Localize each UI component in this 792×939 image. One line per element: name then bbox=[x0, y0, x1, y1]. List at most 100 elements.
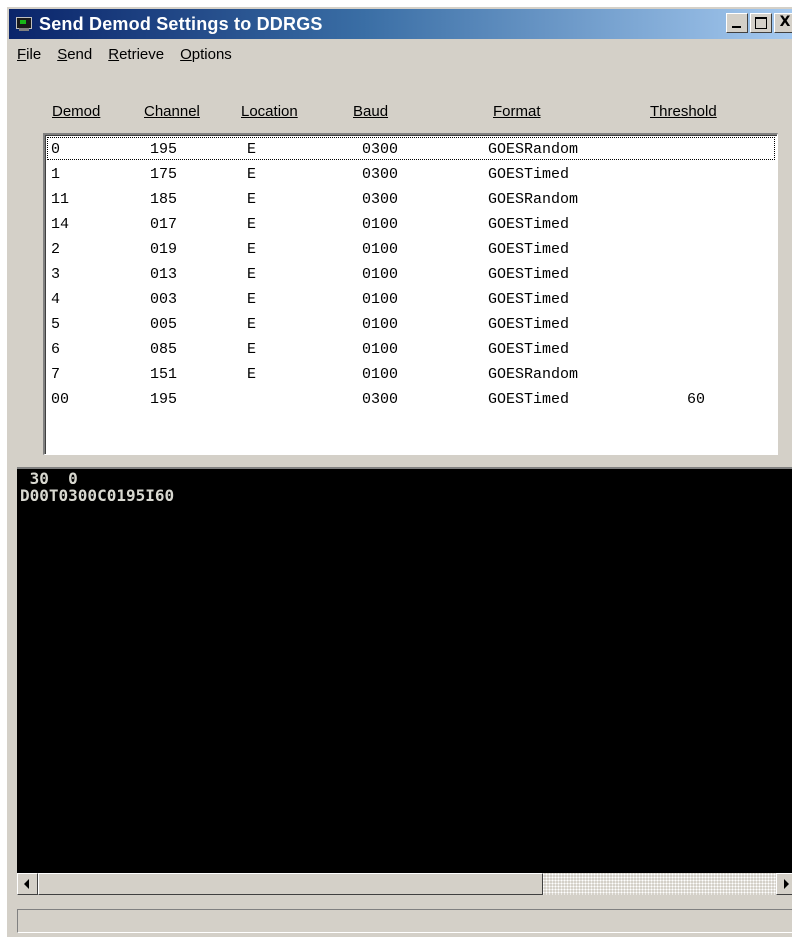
main-window: Send Demod Settings to DDRGS X File Send… bbox=[6, 6, 792, 937]
list-row[interactable]: 3 013 E 0100 GOESTimed bbox=[47, 262, 775, 287]
horizontal-scrollbar[interactable] bbox=[17, 873, 792, 895]
menu-options-accel: O bbox=[180, 45, 192, 63]
list-row[interactable]: 1 175 E 0300 GOESTimed bbox=[47, 162, 775, 187]
cell-format: GOESRandom bbox=[488, 366, 579, 383]
cell-channel: 195 bbox=[150, 141, 178, 158]
cell-baud: 0100 bbox=[362, 216, 399, 233]
list-row[interactable]: 2 019 E 0100 GOESTimed bbox=[47, 237, 775, 262]
cell-channel: 019 bbox=[150, 241, 178, 258]
cell-demod: 4 bbox=[51, 291, 61, 308]
cell-channel: 151 bbox=[150, 366, 178, 383]
console-output: 30 0 D00T0300C0195I60 bbox=[17, 467, 792, 874]
close-button[interactable]: X bbox=[774, 13, 792, 33]
menu-bar: File Send Retrieve Options bbox=[9, 41, 792, 67]
cell-channel: 185 bbox=[150, 191, 178, 208]
window-title: Send Demod Settings to DDRGS bbox=[39, 13, 323, 34]
cell-baud: 0100 bbox=[362, 291, 399, 308]
column-header-threshold[interactable]: Threshold bbox=[650, 103, 717, 120]
list-row[interactable]: 00 195 0300 GOESTimed 60 bbox=[47, 387, 775, 412]
cell-location: E bbox=[247, 341, 257, 358]
console-line: D00T0300C0195I60 bbox=[20, 486, 175, 505]
cell-threshold: 60 bbox=[687, 391, 706, 408]
cell-baud: 0300 bbox=[362, 191, 399, 208]
cell-format: GOESRandom bbox=[488, 191, 579, 208]
cell-location: E bbox=[247, 291, 257, 308]
cell-channel: 013 bbox=[150, 266, 178, 283]
scroll-right-arrow-icon[interactable] bbox=[776, 873, 792, 895]
menu-options[interactable]: Options bbox=[172, 46, 240, 63]
app-monitor-icon[interactable] bbox=[15, 16, 33, 32]
cell-baud: 0100 bbox=[362, 266, 399, 283]
cell-format: GOESTimed bbox=[488, 166, 570, 183]
cell-location: E bbox=[247, 141, 257, 158]
menu-retrieve[interactable]: Retrieve bbox=[100, 46, 172, 63]
cell-location: E bbox=[247, 216, 257, 233]
cell-location: E bbox=[247, 191, 257, 208]
cell-format: GOESTimed bbox=[488, 291, 570, 308]
cell-location: E bbox=[247, 316, 257, 333]
demod-list[interactable]: 0 195 E 0300 GOESRandom 1 175 E 0300 GOESTimed 11 1… bbox=[43, 133, 778, 455]
cell-location: E bbox=[247, 366, 257, 383]
cell-demod: 7 bbox=[51, 366, 61, 383]
menu-send[interactable]: Send bbox=[49, 46, 100, 63]
column-header-location[interactable]: Location bbox=[241, 103, 298, 120]
cell-location: E bbox=[247, 166, 257, 183]
cell-baud: 0300 bbox=[362, 141, 399, 158]
cell-channel: 003 bbox=[150, 291, 178, 308]
list-row[interactable]: 4 003 E 0100 GOESTimed bbox=[47, 287, 775, 312]
cell-channel: 017 bbox=[150, 216, 178, 233]
maximize-button[interactable] bbox=[750, 13, 772, 33]
cell-location: E bbox=[247, 266, 257, 283]
scroll-thumb[interactable] bbox=[38, 873, 543, 895]
cell-format: GOESRandom bbox=[488, 141, 579, 158]
menu-retrieve-accel: R bbox=[108, 45, 120, 63]
cell-baud: 0100 bbox=[362, 241, 399, 258]
cell-channel: 085 bbox=[150, 341, 178, 358]
cell-demod: 2 bbox=[51, 241, 61, 258]
menu-send-label: end bbox=[67, 45, 93, 63]
menu-send-accel: S bbox=[57, 45, 68, 63]
list-row[interactable]: 7 151 E 0100 GOESRandom bbox=[47, 362, 775, 387]
cell-format: GOESTimed bbox=[488, 316, 570, 333]
cell-demod: 11 bbox=[51, 191, 70, 208]
column-header-channel[interactable]: Channel bbox=[144, 103, 200, 120]
cell-format: GOESTimed bbox=[488, 241, 570, 258]
cell-baud: 0100 bbox=[362, 366, 399, 383]
title-buttons: X bbox=[724, 13, 792, 33]
list-row[interactable]: 5 005 E 0100 GOESTimed bbox=[47, 312, 775, 337]
cell-baud: 0300 bbox=[362, 391, 399, 408]
cell-baud: 0100 bbox=[362, 341, 399, 358]
status-bar bbox=[17, 909, 792, 933]
menu-file-accel: F bbox=[17, 45, 27, 63]
cell-channel: 195 bbox=[150, 391, 178, 408]
cell-demod: 3 bbox=[51, 266, 61, 283]
menu-file-label: ile bbox=[26, 45, 42, 63]
cell-format: GOESTimed bbox=[488, 216, 570, 233]
cell-demod: 5 bbox=[51, 316, 61, 333]
column-header-format[interactable]: Format bbox=[493, 103, 541, 120]
cell-demod: 6 bbox=[51, 341, 61, 358]
cell-baud: 0300 bbox=[362, 166, 399, 183]
cell-demod: 1 bbox=[51, 166, 61, 183]
cell-format: GOESTimed bbox=[488, 391, 570, 408]
cell-channel: 175 bbox=[150, 166, 178, 183]
scroll-left-arrow-icon[interactable] bbox=[17, 873, 38, 895]
cell-channel: 005 bbox=[150, 316, 178, 333]
cell-demod: 14 bbox=[51, 216, 70, 233]
menu-retrieve-label: etrieve bbox=[119, 45, 165, 63]
list-row[interactable]: 6 085 E 0100 GOESTimed bbox=[47, 337, 775, 362]
menu-file[interactable]: File bbox=[9, 46, 49, 63]
column-header-demod[interactable]: Demod bbox=[52, 103, 100, 120]
title-bar[interactable]: Send Demod Settings to DDRGS X bbox=[9, 9, 792, 39]
cell-location: E bbox=[247, 241, 257, 258]
list-row[interactable]: 0 195 E 0300 GOESRandom bbox=[47, 137, 775, 162]
minimize-button[interactable] bbox=[726, 13, 748, 33]
cell-demod: 0 bbox=[51, 141, 61, 158]
cell-demod: 00 bbox=[51, 391, 70, 408]
cell-format: GOESTimed bbox=[488, 266, 570, 283]
list-row[interactable]: 11 185 E 0300 GOESRandom bbox=[47, 187, 775, 212]
menu-options-label: ptions bbox=[191, 45, 232, 63]
list-row[interactable]: 14 017 E 0100 GOESTimed bbox=[47, 212, 775, 237]
column-header-baud[interactable]: Baud bbox=[353, 103, 388, 120]
cell-format: GOESTimed bbox=[488, 341, 570, 358]
